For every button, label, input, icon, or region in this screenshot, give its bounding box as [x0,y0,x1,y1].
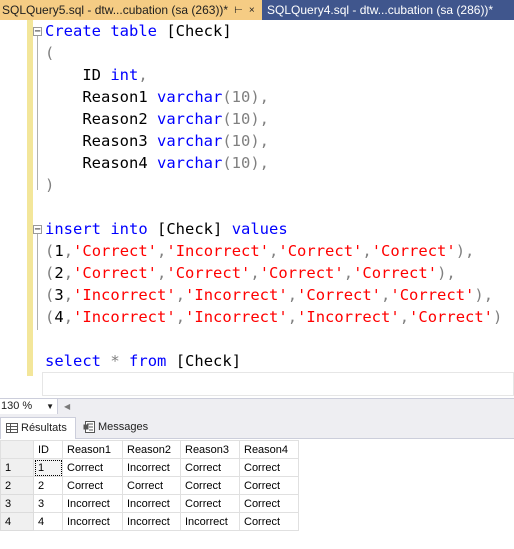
code-line: Create table [Check] [45,22,232,40]
table-row: 1 1 Correct Incorrect Correct Correct [0,458,299,477]
column-header[interactable]: Reason4 [239,440,299,459]
table-cell[interactable]: Correct [122,476,181,495]
row-number[interactable]: 4 [0,512,34,531]
unsaved-changes-bar [27,20,33,376]
select-all-corner[interactable] [0,440,34,459]
outline-line [37,234,38,330]
chevron-down-icon: ▼ [46,402,54,411]
table-cell[interactable]: 3 [33,494,63,513]
tab-label: SQLQuery4.sql - dtw...cubation (sa (286)… [267,3,494,17]
results-tab-strip: Résultats Messages [0,415,514,439]
close-icon[interactable]: × [249,5,255,16]
outline-line [37,36,38,190]
zoom-dropdown[interactable]: 130 % ▼ [0,399,58,414]
table-cell[interactable]: Correct [180,476,240,495]
results-grid[interactable]: ID Reason1 Reason2 Reason3 Reason4 1 1 C… [0,440,514,549]
document-tab-strip: SQLQuery5.sql - dtw...cubation (sa (263)… [0,0,514,20]
table-cell[interactable]: 4 [33,512,63,531]
table-cell[interactable]: Correct [239,458,299,477]
code-line: ( [45,44,55,62]
tab-messages[interactable]: Messages [78,417,156,439]
code-line: Reason3 varchar(10), [82,132,269,150]
table-cell[interactable]: Incorrect [62,512,123,531]
tab-label: Messages [98,421,149,433]
collapse-icon[interactable]: − [33,225,42,235]
table-cell[interactable]: Incorrect [180,512,240,531]
results-table: ID Reason1 Reason2 Reason3 Reason4 1 1 C… [0,440,299,531]
row-number[interactable]: 1 [0,458,34,477]
query-editor[interactable]: − − Create table [Check] ( ID int, Reaso… [0,20,514,398]
code-line: Reason1 varchar(10), [82,88,269,106]
scroll-left-icon[interactable]: ◀ [64,402,72,411]
table-cell[interactable]: 1 [33,458,63,477]
table-cell[interactable]: Correct [180,458,240,477]
table-cell[interactable]: Correct [239,494,299,513]
column-header[interactable]: Reason1 [62,440,123,459]
column-header[interactable]: Reason2 [122,440,181,459]
tab-results[interactable]: Résultats [0,417,76,439]
code-line: (1,'Correct','Incorrect','Correct','Corr… [45,242,475,260]
table-cell[interactable]: Correct [239,476,299,495]
table-cell[interactable]: Incorrect [62,494,123,513]
table-cell[interactable]: Incorrect [122,458,181,477]
code-line: (2,'Correct','Correct','Correct','Correc… [45,264,456,282]
code-line: Reason2 varchar(10), [82,110,269,128]
table-cell[interactable]: Incorrect [122,494,181,513]
messages-icon [83,421,95,433]
code-line: (4,'Incorrect','Incorrect','Incorrect','… [45,308,503,326]
selection-margin [0,20,26,398]
code-line: (3,'Incorrect','Incorrect','Correct','Co… [45,286,494,304]
code-line: insert into [Check] values [45,220,288,238]
collapse-icon[interactable]: − [33,27,42,37]
table-cell[interactable]: Correct [62,476,123,495]
tab-label: SQLQuery5.sql - dtw...cubation (sa (263)… [2,3,229,17]
table-row: 2 2 Correct Correct Correct Correct [0,476,299,495]
code-line: Reason4 varchar(10), [82,154,269,172]
column-header[interactable]: ID [33,440,63,459]
code-line: ) [45,176,55,194]
column-header[interactable]: Reason3 [180,440,240,459]
table-cell[interactable]: 2 [33,476,63,495]
tab-label: Résultats [21,422,67,434]
zoom-value: 130 % [1,400,33,412]
row-number[interactable]: 2 [0,476,34,495]
table-cell[interactable]: Correct [180,494,240,513]
current-line-highlight [42,372,514,396]
table-cell[interactable]: Correct [239,512,299,531]
code-line: select * from [Check] [45,352,242,370]
grid-icon [6,423,18,433]
table-row: 4 4 Incorrect Incorrect Incorrect Correc… [0,512,299,531]
tab-sqlquery4[interactable]: SQLQuery4.sql - dtw...cubation (sa (286)… [263,0,514,20]
header-row: ID Reason1 Reason2 Reason3 Reason4 [0,440,299,459]
code-line: ID int, [82,66,148,84]
row-number[interactable]: 3 [0,494,34,513]
table-cell[interactable]: Incorrect [122,512,181,531]
editor-status-strip: 130 % ▼ ◀ [0,398,514,415]
pin-icon[interactable]: ⊢ [234,5,243,16]
table-cell[interactable]: Correct [62,458,123,477]
table-row: 3 3 Incorrect Incorrect Correct Correct [0,494,299,513]
tab-sqlquery5[interactable]: SQLQuery5.sql - dtw...cubation (sa (263)… [0,0,262,20]
